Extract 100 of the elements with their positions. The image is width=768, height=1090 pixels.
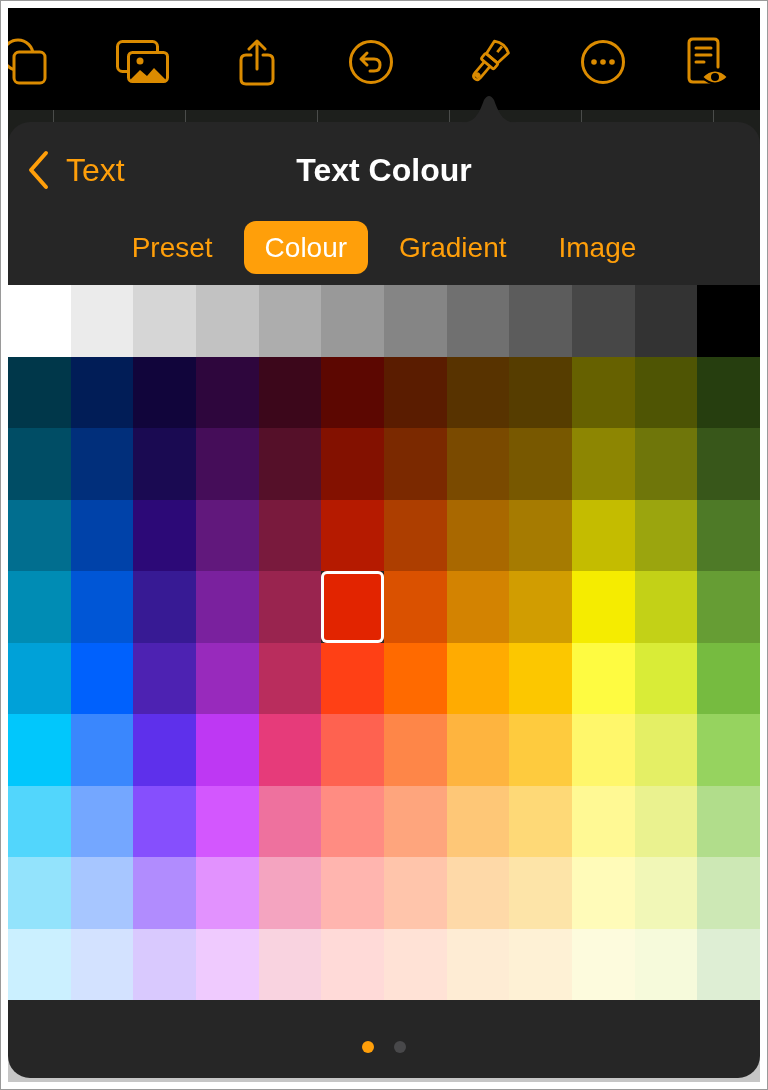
colour-swatch[interactable] xyxy=(446,571,510,643)
images-icon[interactable] xyxy=(116,40,170,84)
colour-swatch[interactable] xyxy=(446,928,510,1000)
colour-swatch[interactable] xyxy=(446,642,510,714)
colour-swatch[interactable] xyxy=(697,285,760,357)
colour-swatch[interactable] xyxy=(70,499,134,571)
more-icon[interactable] xyxy=(581,40,625,84)
tab[interactable]: Preset xyxy=(110,221,234,274)
shapes-icon[interactable] xyxy=(8,38,48,86)
colour-swatch[interactable] xyxy=(70,571,134,643)
page-dot[interactable] xyxy=(394,1041,406,1053)
colour-swatch[interactable] xyxy=(258,571,322,643)
colour-swatch[interactable] xyxy=(133,857,196,929)
colour-swatch[interactable] xyxy=(196,785,259,857)
colour-swatch[interactable] xyxy=(196,642,259,714)
colour-swatch[interactable] xyxy=(70,928,134,1000)
colour-swatch[interactable] xyxy=(196,356,259,428)
colour-swatch[interactable] xyxy=(133,571,196,643)
colour-swatch[interactable] xyxy=(196,857,259,929)
colour-swatch[interactable] xyxy=(384,857,447,929)
colour-swatch[interactable] xyxy=(8,356,71,428)
colour-swatch[interactable] xyxy=(634,642,698,714)
colour-swatch[interactable] xyxy=(697,571,760,643)
colour-swatch[interactable] xyxy=(634,356,698,428)
colour-swatch[interactable] xyxy=(634,499,698,571)
colour-swatch[interactable] xyxy=(634,285,698,357)
colour-swatch[interactable] xyxy=(446,499,510,571)
colour-swatch[interactable] xyxy=(8,857,71,929)
colour-swatch[interactable] xyxy=(697,642,760,714)
colour-swatch[interactable] xyxy=(509,642,572,714)
colour-swatch[interactable] xyxy=(133,714,196,786)
colour-swatch[interactable] xyxy=(572,928,635,1000)
colour-swatch[interactable] xyxy=(509,285,572,357)
colour-swatch[interactable] xyxy=(133,356,196,428)
colour-swatch[interactable] xyxy=(634,571,698,643)
colour-swatch[interactable] xyxy=(509,571,572,643)
undo-icon[interactable] xyxy=(349,40,393,84)
share-icon[interactable] xyxy=(237,38,277,86)
colour-swatch[interactable] xyxy=(321,857,384,929)
colour-swatch[interactable] xyxy=(321,571,384,643)
colour-swatch[interactable] xyxy=(8,714,71,786)
colour-swatch[interactable] xyxy=(70,356,134,428)
colour-swatch[interactable] xyxy=(258,928,322,1000)
colour-swatch[interactable] xyxy=(572,428,635,500)
colour-swatch[interactable] xyxy=(572,499,635,571)
colour-swatch[interactable] xyxy=(384,356,447,428)
colour-swatch[interactable] xyxy=(697,428,760,500)
colour-swatch[interactable] xyxy=(509,714,572,786)
colour-swatch[interactable] xyxy=(133,499,196,571)
colour-swatch[interactable] xyxy=(133,642,196,714)
colour-swatch[interactable] xyxy=(196,499,259,571)
colour-swatch[interactable] xyxy=(258,642,322,714)
colour-swatch[interactable] xyxy=(446,356,510,428)
colour-swatch[interactable] xyxy=(572,285,635,357)
colour-swatch[interactable] xyxy=(70,285,134,357)
colour-swatch[interactable] xyxy=(8,428,71,500)
colour-swatch[interactable] xyxy=(70,857,134,929)
colour-swatch[interactable] xyxy=(321,499,384,571)
colour-swatch[interactable] xyxy=(70,714,134,786)
colour-swatch[interactable] xyxy=(258,428,322,500)
colour-swatch[interactable] xyxy=(258,356,322,428)
colour-swatch[interactable] xyxy=(572,714,635,786)
colour-swatch[interactable] xyxy=(70,428,134,500)
colour-swatch[interactable] xyxy=(446,857,510,929)
colour-swatch[interactable] xyxy=(384,785,447,857)
colour-swatch[interactable] xyxy=(8,499,71,571)
colour-swatch[interactable] xyxy=(384,428,447,500)
colour-swatch[interactable] xyxy=(446,714,510,786)
colour-swatch[interactable] xyxy=(133,428,196,500)
colour-swatch[interactable] xyxy=(321,785,384,857)
colour-swatch[interactable] xyxy=(634,785,698,857)
colour-swatch[interactable] xyxy=(509,499,572,571)
document-eye-icon[interactable] xyxy=(687,37,729,87)
colour-swatch[interactable] xyxy=(509,857,572,929)
colour-swatch[interactable] xyxy=(8,285,71,357)
colour-swatch[interactable] xyxy=(196,928,259,1000)
colour-swatch[interactable] xyxy=(384,714,447,786)
colour-swatch[interactable] xyxy=(258,285,322,357)
colour-swatch[interactable] xyxy=(258,857,322,929)
colour-swatch[interactable] xyxy=(196,428,259,500)
colour-swatch[interactable] xyxy=(572,642,635,714)
colour-swatch[interactable] xyxy=(697,499,760,571)
colour-swatch[interactable] xyxy=(572,571,635,643)
colour-swatch[interactable] xyxy=(133,928,196,1000)
colour-swatch[interactable] xyxy=(321,428,384,500)
colour-swatch[interactable] xyxy=(8,571,71,643)
colour-swatch[interactable] xyxy=(133,285,196,357)
colour-swatch[interactable] xyxy=(384,928,447,1000)
colour-swatch[interactable] xyxy=(133,785,196,857)
colour-swatch[interactable] xyxy=(572,785,635,857)
colour-swatch[interactable] xyxy=(8,785,71,857)
colour-swatch[interactable] xyxy=(634,428,698,500)
colour-swatch[interactable] xyxy=(697,928,760,1000)
colour-swatch[interactable] xyxy=(509,428,572,500)
colour-swatch[interactable] xyxy=(258,714,322,786)
back-button[interactable]: Text xyxy=(8,150,125,190)
colour-swatch[interactable] xyxy=(697,857,760,929)
colour-swatch[interactable] xyxy=(572,857,635,929)
colour-swatch[interactable] xyxy=(384,499,447,571)
colour-swatch[interactable] xyxy=(321,285,384,357)
